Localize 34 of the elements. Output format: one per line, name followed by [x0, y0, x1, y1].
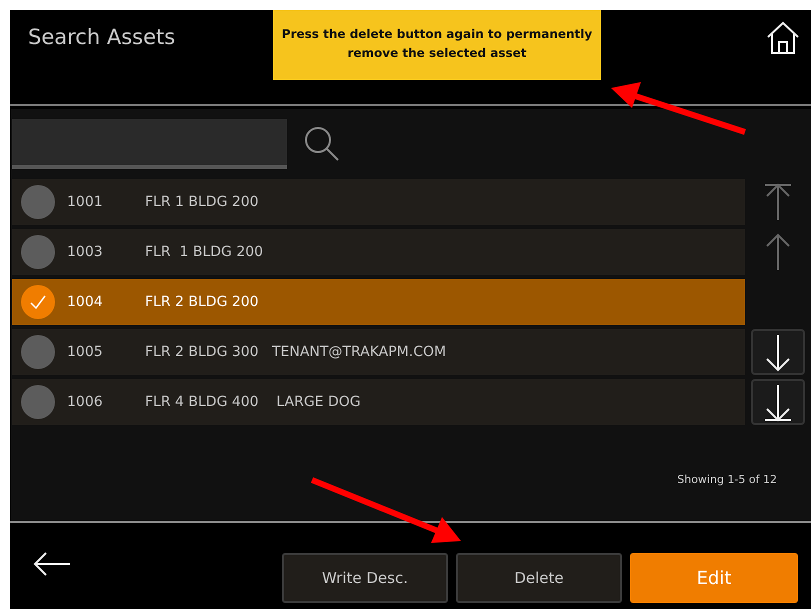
scroll-button[interactable]	[751, 329, 805, 375]
selection-circle[interactable]	[21, 185, 55, 219]
asset-id: 1006	[67, 394, 104, 410]
search-field[interactable]	[12, 119, 287, 169]
asset-row[interactable]: 1004 FLR 2 BLDG 200	[12, 279, 745, 325]
paging-info: Showing 1-5 of 12	[677, 473, 777, 486]
action-button[interactable]: Delete	[456, 553, 622, 603]
asset-row[interactable]: 1005 FLR 2 BLDG 300 TENANT@TRAKAPM.COM	[12, 329, 745, 375]
selection-circle[interactable]	[21, 285, 55, 319]
asset-description: FLR 1 BLDG 200	[145, 194, 259, 210]
asset-id: 1003	[67, 244, 104, 260]
search-icon[interactable]	[303, 125, 341, 163]
back-button[interactable]	[32, 551, 72, 577]
selection-circle[interactable]	[21, 235, 55, 269]
selection-circle[interactable]	[21, 335, 55, 369]
page-title: Search Assets	[28, 25, 176, 49]
asset-description: FLR 1 BLDG 200	[145, 244, 264, 260]
scroll-button[interactable]	[751, 379, 805, 425]
asset-id: 1001	[67, 194, 104, 210]
home-button[interactable]	[765, 20, 801, 56]
asset-id: 1004	[67, 294, 104, 310]
asset-row[interactable]: 1006 FLR 4 BLDG 400 LARGE DOG	[12, 379, 745, 425]
asset-id: 1005	[67, 344, 104, 360]
asset-description: FLR 2 BLDG 200	[145, 294, 259, 310]
home-icon	[765, 20, 801, 56]
check-icon	[29, 293, 47, 311]
selection-circle[interactable]	[21, 385, 55, 419]
asset-description: FLR 2 BLDG 300 TENANT@TRAKAPM.COM	[145, 344, 446, 360]
asset-row[interactable]: 1003 FLR 1 BLDG 200	[12, 229, 745, 275]
delete-notice: Press the delete button again to permanently remove the selected asset	[273, 10, 601, 80]
asset-description: FLR 4 BLDG 400 LARGE DOG	[145, 394, 361, 410]
back-arrow-icon	[32, 551, 72, 577]
asset-row[interactable]: 1001 FLR 1 BLDG 200	[12, 179, 745, 225]
action-button[interactable]: Write Desc.	[282, 553, 448, 603]
